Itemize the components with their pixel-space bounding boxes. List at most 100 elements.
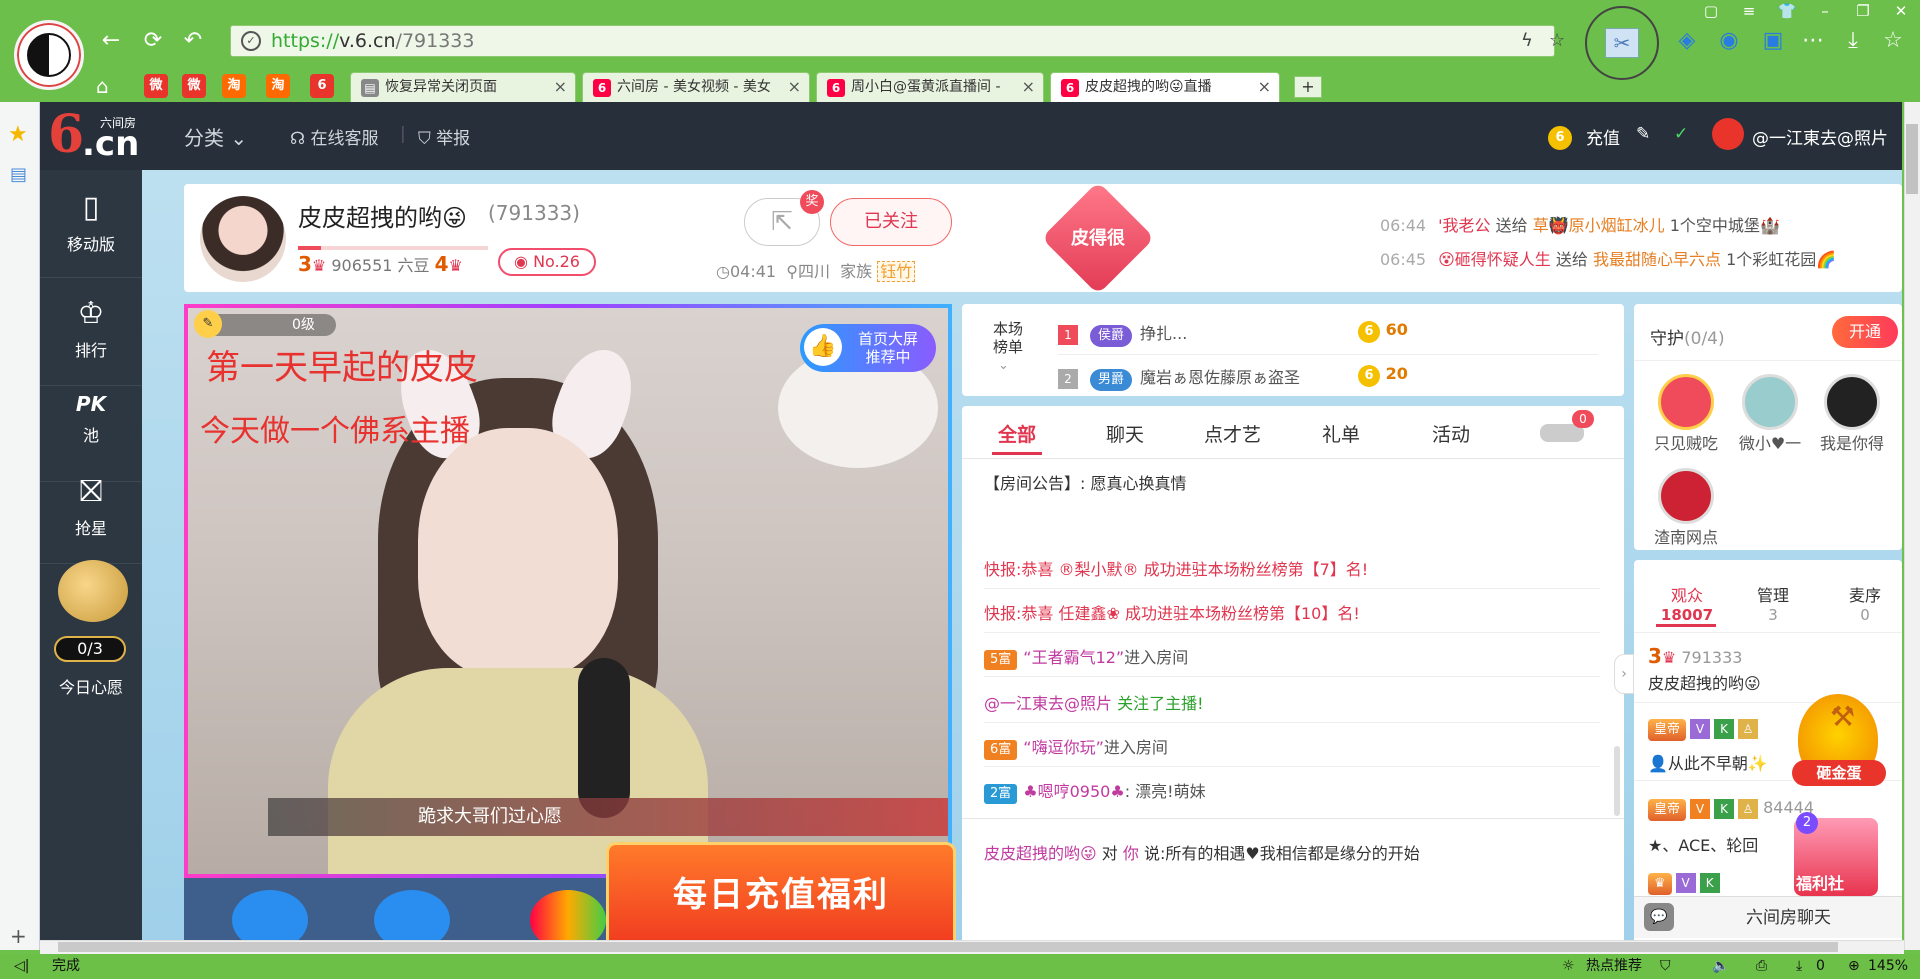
hot-recommend-icon[interactable]: ☼ [1562, 954, 1575, 979]
tab-close-icon[interactable]: × [788, 73, 801, 101]
user-avatar[interactable] [1712, 118, 1744, 150]
audience-user[interactable]: 3♛ 791333 [1648, 644, 1742, 668]
tab-6cn-home[interactable]: 6 六间房 - 美女视频 - 美女 × [582, 72, 810, 102]
site-logo[interactable]: 6 .cn 六间房 [48, 104, 140, 165]
calculator-icon[interactable]: ▣ [1758, 26, 1788, 56]
username-link[interactable]: @一江東去@照片 [1752, 124, 1888, 149]
url-text[interactable]: https://v.6.cn/791333 [271, 30, 474, 52]
chat-target[interactable]: 你 [1123, 844, 1139, 863]
star-icon[interactable]: ☆ [1549, 30, 1565, 51]
guard-name[interactable]: 只见贼吃 [1646, 430, 1726, 454]
window-menu-icon[interactable]: ≡ [1734, 2, 1764, 20]
tab-activity[interactable]: 活动 [1432, 420, 1470, 447]
download-icon[interactable]: ⤓ [1838, 26, 1868, 56]
tab-talent[interactable]: 点才艺 [1204, 420, 1261, 447]
gift-from[interactable]: '我老公 [1438, 216, 1490, 235]
taobao2-icon[interactable]: 淘 [266, 74, 290, 98]
tab-mic-queue[interactable]: 麦序 0 [1830, 582, 1900, 624]
nav-grab-star[interactable]: ⛝ 抢星 [40, 474, 142, 564]
browser-logo[interactable] [14, 20, 84, 90]
audience-user-name[interactable]: ★、ACE、轮回 [1648, 832, 1758, 856]
close-icon[interactable]: ✕ [1886, 2, 1916, 20]
favorites-star-icon[interactable]: ★ [8, 122, 28, 147]
extension-icon[interactable]: ◈ [1672, 26, 1702, 56]
notes-icon[interactable]: ▤ [10, 164, 27, 185]
tab-restore[interactable]: ▤ 恢复异常关闭页面 × [350, 72, 576, 102]
tab-admin[interactable]: 管理 3 [1738, 582, 1808, 624]
expand-panel-button[interactable]: › [1614, 654, 1634, 694]
sidebar-toggle-icon[interactable]: ◁| [14, 954, 29, 979]
taobao-icon[interactable]: 淘 [222, 74, 246, 98]
extension2-icon[interactable]: ◉ [1714, 26, 1744, 56]
vertical-scrollbar[interactable] [1904, 102, 1920, 950]
guard-name[interactable]: 渣南网点 [1646, 524, 1726, 548]
homepage-recommend-badge[interactable]: 👍 首页大屏 推荐中 [800, 324, 936, 372]
audience-user-name[interactable]: 👤从此不早朝✨ [1648, 750, 1768, 774]
ranking-title[interactable]: 本场榜单 [990, 320, 1026, 356]
gift-from[interactable]: 😵砸得怀疑人生 [1438, 250, 1551, 269]
video-player[interactable]: 0级 ✎ 第一天早起的皮皮 今天做一个佛系主播 👍 首页大屏 推荐中 跪求大哥们过心… [184, 304, 952, 878]
zoom-level[interactable]: 145% [1868, 954, 1908, 979]
more-icon[interactable]: ⋯ [1798, 26, 1828, 56]
chat-user[interactable]: “嗨逗你玩” [1023, 738, 1104, 757]
chevron-down-icon[interactable]: ⌄ [998, 358, 1009, 373]
weibo-icon[interactable]: 微 [144, 74, 168, 98]
audience-user-name[interactable]: 皮皮超拽的哟😜 [1648, 670, 1761, 694]
nav-pk[interactable]: PK 池 [40, 392, 142, 482]
nav-rank[interactable]: ♔ 排行 [40, 296, 142, 386]
home-icon[interactable]: ⌂ [96, 74, 109, 98]
family-badge[interactable]: 钰竹 [877, 261, 916, 282]
sidebar-add-icon[interactable]: + [10, 924, 27, 948]
follow-button[interactable]: 已关注 [830, 198, 952, 246]
tab-all[interactable]: 全部 [998, 420, 1036, 447]
nav-category[interactable]: 分类 ⌄ [184, 122, 247, 151]
chat-user[interactable]: ♣嗯哼0950♣ [1023, 782, 1124, 801]
nav-mobile[interactable]: ▯ 移动版 [40, 190, 142, 278]
chatroom-bar[interactable]: 💬 六间房聊天 [1634, 896, 1902, 938]
anchor-avatar[interactable] [200, 196, 286, 282]
guard-name[interactable]: 微小♥一 [1730, 430, 1810, 454]
tab-gift-list[interactable]: 礼单 [1322, 420, 1360, 447]
nav-wish[interactable]: 今日心愿 [40, 674, 142, 698]
hot-recommend[interactable]: 热点推荐 [1586, 954, 1642, 979]
guard-avatar[interactable] [1658, 468, 1714, 524]
back-icon[interactable]: ← [96, 26, 126, 56]
restore-icon[interactable]: ❐ [1848, 2, 1878, 20]
rank-badge[interactable]: ◉ No.26 [498, 248, 596, 276]
undo-icon[interactable]: ↶ [178, 26, 208, 56]
zoom-icon[interactable]: ⊕ [1848, 954, 1860, 979]
gift-to[interactable]: 草👹原小烟缸冰儿 [1533, 216, 1665, 235]
vertical-scroll-thumb[interactable] [1906, 124, 1918, 194]
audience-user[interactable]: 皇帝 V K ♙ [1648, 718, 1759, 741]
new-tab-button[interactable]: + [1294, 76, 1322, 98]
nav-report[interactable]: ⛉ 举报 [418, 124, 470, 149]
print-icon[interactable]: ⎙ [1756, 954, 1767, 979]
refresh-icon[interactable]: ⟳ [138, 26, 168, 56]
address-bar[interactable]: ✓ https://v.6.cn/791333 ϟ ☆ [230, 25, 1565, 57]
gift-to[interactable]: 我最甜随心早六点 [1593, 250, 1721, 269]
tab-close-icon[interactable]: × [554, 73, 567, 101]
daily-recharge-promo[interactable]: 每日充值福利 [606, 842, 956, 950]
open-guard-button[interactable]: 开通 [1832, 316, 1898, 348]
guard-name[interactable]: 我是你得 [1812, 430, 1892, 454]
menu-star-icon[interactable]: ☆ [1878, 26, 1908, 56]
lightning-icon[interactable]: ϟ [1521, 30, 1533, 51]
weibo2-icon[interactable]: 微 [182, 74, 206, 98]
smash-egg-button[interactable]: 砸金蛋 [1792, 760, 1886, 786]
guard-avatar[interactable] [1658, 374, 1714, 430]
minimize-icon[interactable]: – [1810, 2, 1840, 20]
guard-avatar[interactable] [1742, 374, 1798, 430]
skin-icon[interactable]: 👕 [1772, 2, 1802, 20]
guard-avatar[interactable] [1824, 374, 1880, 430]
chat-user[interactable]: @一江東去@照片 [984, 694, 1112, 713]
tab-current[interactable]: 6 皮皮超拽的哟😜直播 × [1050, 72, 1280, 102]
chat-scrollbar[interactable] [1614, 746, 1620, 816]
chat-user[interactable]: 皮皮超拽的哟😜 [984, 844, 1097, 863]
tab-close-icon[interactable]: × [1022, 73, 1035, 101]
welfare-shop-label[interactable]: 福利社 [1796, 870, 1844, 894]
security-icon[interactable]: ⛉ [1660, 954, 1671, 979]
ranking-row[interactable]: 2 男爵 魔岩ぁ恩佐藤原ぁ盗圣 [1058, 364, 1300, 391]
chat-user[interactable]: “王者霸气12” [1023, 648, 1124, 667]
volume-icon[interactable]: 🔈 [1712, 954, 1729, 979]
download-status-icon[interactable]: ⤓ [1796, 954, 1802, 979]
